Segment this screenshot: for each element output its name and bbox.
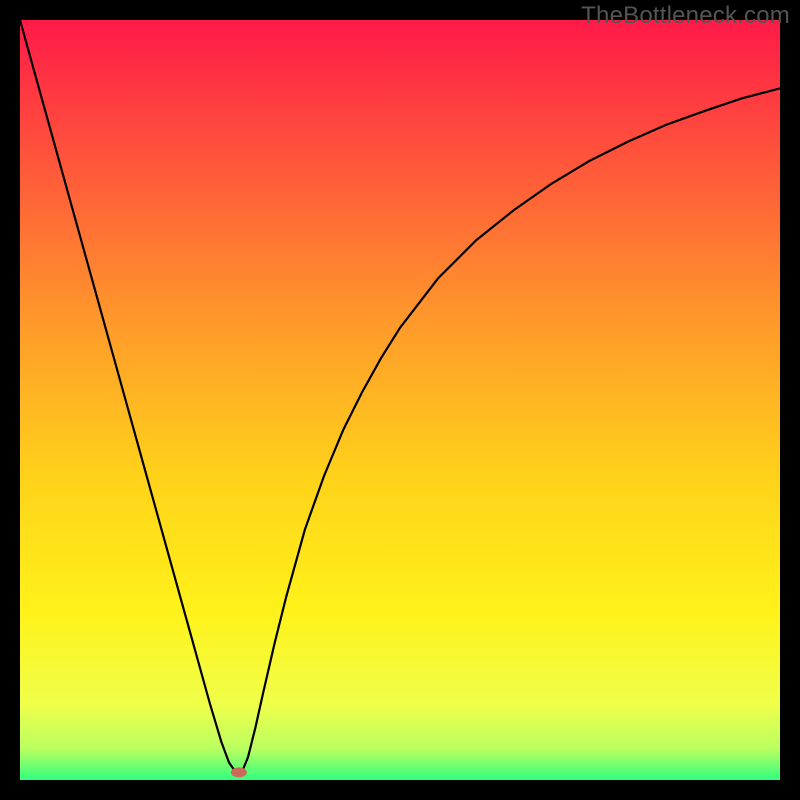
watermark-text: TheBottleneck.com bbox=[581, 2, 790, 30]
chart-frame: TheBottleneck.com bbox=[0, 0, 800, 800]
minimum-marker bbox=[231, 767, 247, 777]
bottleneck-chart bbox=[20, 20, 780, 780]
chart-background bbox=[20, 20, 780, 780]
